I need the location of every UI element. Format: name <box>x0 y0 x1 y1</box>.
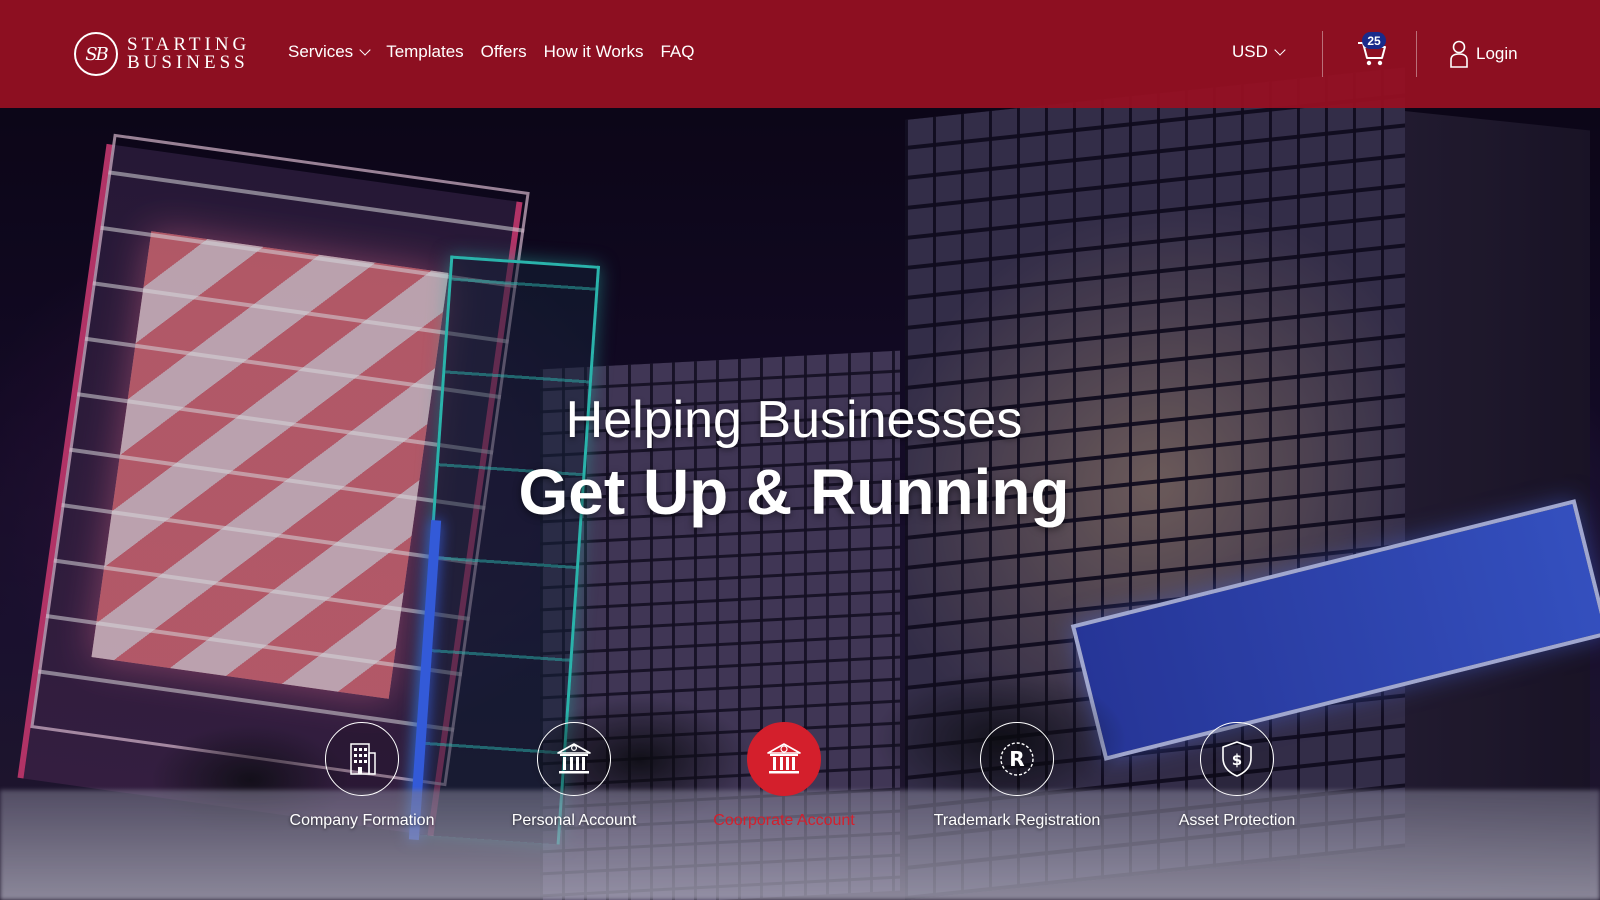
chevron-down-icon <box>359 44 371 56</box>
hero-headline-line1: Helping Businesses <box>565 391 1023 449</box>
bank-user-icon <box>557 743 591 774</box>
nav-item-services[interactable]: Services <box>288 42 371 62</box>
nav-item-label: FAQ <box>660 42 695 61</box>
service-circle <box>325 722 399 796</box>
nav-item-how-it-works[interactable]: How it Works <box>544 42 644 62</box>
nav-item-templates[interactable]: Templates <box>386 42 463 62</box>
service-company-formation[interactable]: Company Formation <box>262 722 462 830</box>
service-corporate-account[interactable]: Coorporate Account <box>684 722 884 830</box>
service-circle: R <box>980 722 1054 796</box>
hero-headline-line2: Get Up & Running <box>518 456 1070 528</box>
service-asset-protection[interactable]: $ Asset Protection <box>1137 722 1337 830</box>
service-label: Asset Protection <box>1178 812 1296 829</box>
logo-line2: BUSINESS <box>127 52 249 73</box>
svg-text:$: $ <box>1232 751 1242 769</box>
service-circle <box>537 722 611 796</box>
main-nav: Services Templates Offers How it Works F… <box>288 42 694 62</box>
service-circle: $ <box>1200 722 1274 796</box>
svg-text:R: R <box>1009 747 1024 771</box>
nav-item-label: Offers <box>480 42 527 61</box>
cart-count-badge: 25 <box>1362 32 1386 49</box>
service-label: Coorporate Account <box>713 812 855 829</box>
service-trademark-registration[interactable]: R Trademark Registration <box>917 722 1117 830</box>
nav-item-label: Services <box>288 42 354 61</box>
header-divider <box>1416 31 1417 77</box>
site-logo[interactable]: SB STARTING BUSINESS <box>74 32 250 76</box>
trademark-icon: R <box>1000 742 1034 776</box>
service-label: Company Formation <box>289 812 435 829</box>
site-header: SB STARTING BUSINESS Services Templates … <box>0 0 1600 108</box>
service-label: Trademark Registration <box>933 812 1101 829</box>
header-divider <box>1322 31 1323 77</box>
logo-mark: SB <box>74 32 118 76</box>
building-icon <box>350 743 376 775</box>
nav-item-offers[interactable]: Offers <box>481 42 527 62</box>
user-icon <box>1450 40 1468 68</box>
bank-dollar-icon <box>767 743 801 774</box>
currency-label: USD <box>1232 42 1268 61</box>
logo-text: STARTING BUSINESS <box>127 35 250 73</box>
shield-dollar-icon: $ <box>1222 741 1252 777</box>
login-label: Login <box>1476 44 1518 63</box>
login-button[interactable]: Login <box>1450 40 1518 68</box>
service-circle-active <box>747 722 821 796</box>
service-personal-account[interactable]: Personal Account <box>474 722 674 830</box>
nav-item-label: Templates <box>386 42 464 61</box>
currency-selector[interactable]: USD <box>1232 42 1286 62</box>
nav-item-faq[interactable]: FAQ <box>660 42 694 62</box>
service-label: Personal Account <box>511 812 637 829</box>
nav-item-label: How it Works <box>543 42 644 61</box>
chevron-down-icon <box>1274 44 1286 56</box>
